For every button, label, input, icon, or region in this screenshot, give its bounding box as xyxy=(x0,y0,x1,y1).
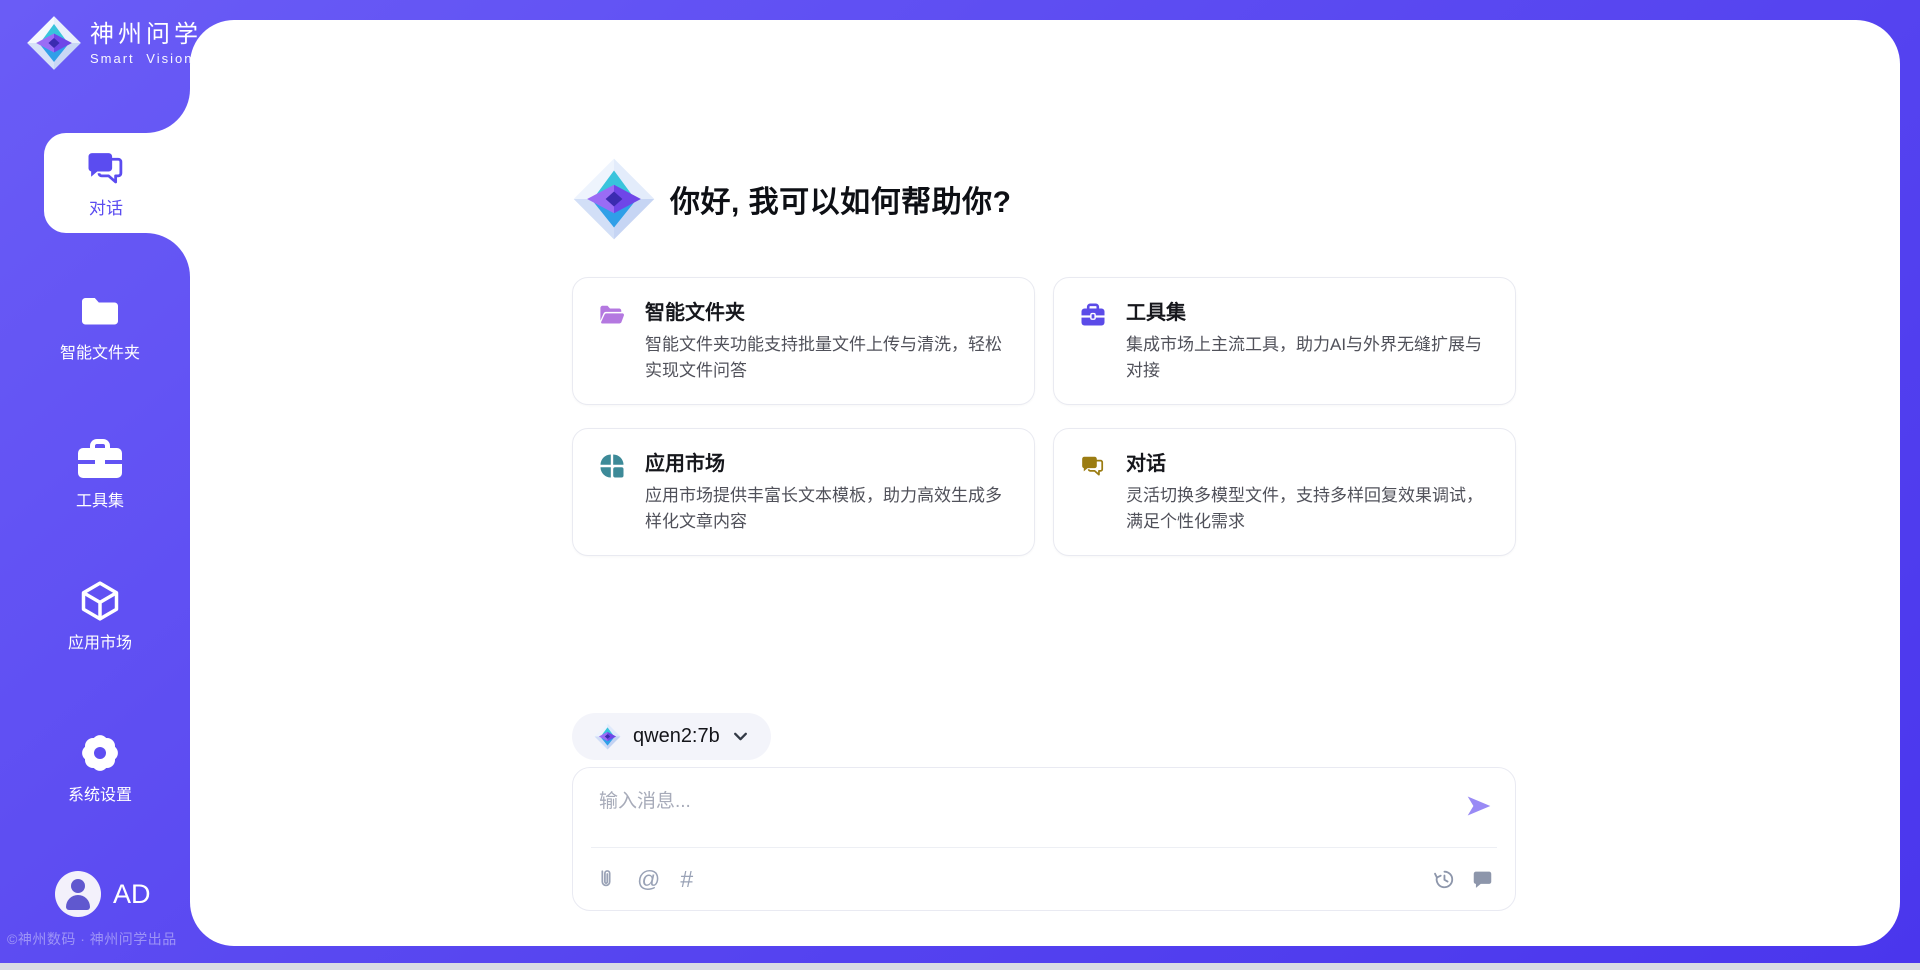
gear-icon xyxy=(80,732,120,774)
card-toolset[interactable]: 工具集 集成市场上主流工具，助力AI与外界无缝扩展与对接 xyxy=(1053,277,1516,405)
folder-open-icon xyxy=(599,302,625,328)
sidebar-item-label: 智能文件夹 xyxy=(60,339,140,363)
message-composer: @ # xyxy=(572,767,1516,911)
model-name: qwen2:7b xyxy=(633,725,720,748)
card-description: 集成市场上主流工具，助力AI与外界无缝扩展与对接 xyxy=(1126,332,1498,384)
user-avatar[interactable] xyxy=(55,871,101,917)
sidebar-item-chat[interactable]: 对话 xyxy=(44,133,194,233)
chevron-down-icon xyxy=(732,728,749,745)
sidebar-item-label: 工具集 xyxy=(76,487,124,511)
sidebar-item-label: 对话 xyxy=(89,194,123,219)
card-description: 智能文件夹功能支持批量文件上传与清洗，轻松实现文件问答 xyxy=(645,332,1017,384)
sidebar-item-tools[interactable]: 工具集 xyxy=(20,438,180,511)
tab-curve-bottom xyxy=(146,233,190,277)
card-chat[interactable]: 对话 灵活切换多模型文件，支持多样回复效果调试，满足个性化需求 xyxy=(1053,428,1516,556)
greeting: 你好, 我可以如何帮助你? xyxy=(572,157,1012,241)
sidebar-item-settings[interactable]: 系统设置 xyxy=(20,732,180,805)
sidebar-item-apps[interactable]: 应用市场 xyxy=(20,580,180,653)
card-description: 应用市场提供丰富长文本模板，助力高效生成多样化文章内容 xyxy=(645,483,1017,535)
card-title: 对话 xyxy=(1126,451,1498,477)
card-title: 智能文件夹 xyxy=(645,300,1017,326)
feedback-icon[interactable] xyxy=(1472,869,1493,890)
diamond-logo-icon xyxy=(572,157,656,241)
briefcase-icon xyxy=(78,438,122,480)
tab-curve-top xyxy=(146,89,190,133)
card-app-market[interactable]: 应用市场 应用市场提供丰富长文本模板，助力高效生成多样化文章内容 xyxy=(572,428,1035,556)
send-icon[interactable] xyxy=(1465,792,1493,820)
sidebar-item-label: 系统设置 xyxy=(68,781,132,805)
card-smart-folders[interactable]: 智能文件夹 智能文件夹功能支持批量文件上传与清洗，轻松实现文件问答 xyxy=(572,277,1035,405)
user-avatar-icon xyxy=(71,879,85,893)
window-bottom-edge xyxy=(0,963,1920,970)
attachment-icon[interactable] xyxy=(595,868,617,890)
cube-icon xyxy=(78,580,122,622)
briefcase-icon xyxy=(1080,302,1106,328)
history-icon[interactable] xyxy=(1433,868,1455,890)
folder-icon xyxy=(80,290,120,332)
brand-logo: 神州问学 Smart Vision xyxy=(26,15,202,71)
card-description: 灵活切换多模型文件，支持多样回复效果调试，满足个性化需求 xyxy=(1126,483,1498,535)
app-segments-icon xyxy=(599,453,625,479)
brand-subtitle: Smart Vision xyxy=(90,51,202,66)
feature-cards: 智能文件夹 智能文件夹功能支持批量文件上传与清洗，轻松实现文件问答 工具集 集成… xyxy=(572,277,1516,556)
diamond-logo-icon xyxy=(26,15,82,71)
chat-bubbles-icon xyxy=(85,147,127,189)
message-input[interactable] xyxy=(597,784,1441,840)
user-initials: AD xyxy=(113,879,151,910)
mention-icon[interactable]: @ xyxy=(637,868,660,891)
chat-bubbles-icon xyxy=(1080,453,1106,479)
brand-title: 神州问学 xyxy=(90,21,202,49)
sidebar-item-label: 应用市场 xyxy=(68,629,132,653)
hash-icon[interactable]: # xyxy=(680,868,693,891)
model-selector[interactable]: qwen2:7b xyxy=(572,713,771,760)
app-window: 神州问学 Smart Vision 对话 智能文件夹 xyxy=(0,0,1920,970)
card-title: 应用市场 xyxy=(645,451,1017,477)
card-title: 工具集 xyxy=(1126,300,1498,326)
sidebar-item-folders[interactable]: 智能文件夹 xyxy=(20,290,180,363)
diamond-logo-icon xyxy=(594,723,621,750)
copyright-text: ©神州数码 · 神州问学出品 xyxy=(7,929,177,949)
greeting-text: 你好, 我可以如何帮助你? xyxy=(670,177,1012,221)
